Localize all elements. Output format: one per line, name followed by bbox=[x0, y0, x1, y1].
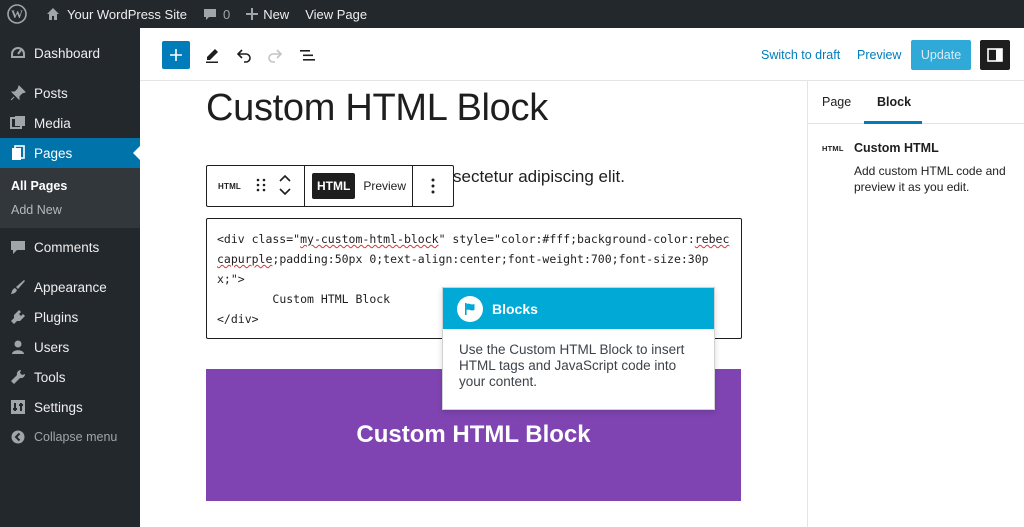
menu-item-posts[interactable]: Posts bbox=[0, 78, 140, 108]
html-block-icon: HTML bbox=[822, 144, 844, 153]
more-vertical-icon bbox=[431, 178, 435, 194]
media-icon bbox=[8, 113, 28, 133]
menu-item-users[interactable]: Users bbox=[0, 332, 140, 362]
menu-item-appearance[interactable]: Appearance bbox=[0, 272, 140, 302]
more-options-button[interactable] bbox=[413, 166, 453, 206]
tooltip-header: Blocks bbox=[443, 288, 714, 329]
pin-icon bbox=[8, 83, 28, 103]
html-block-icon[interactable]: HTML bbox=[218, 182, 241, 191]
menu-label: Settings bbox=[34, 399, 83, 415]
block-switcher-group: HTML bbox=[207, 166, 305, 206]
admin-side-menu: Dashboard Posts Media Pages All Pages Ad… bbox=[0, 28, 140, 527]
tab-page[interactable]: Page bbox=[822, 95, 851, 109]
undo-icon bbox=[236, 49, 251, 63]
menu-label: Plugins bbox=[34, 309, 79, 325]
wrench-icon bbox=[8, 367, 28, 387]
block-card-description: Add custom HTML code and preview it as y… bbox=[854, 164, 1006, 194]
settings-sidebar: Page Block HTML Custom HTML Add custom H… bbox=[807, 81, 1024, 527]
html-tab[interactable]: HTML bbox=[312, 173, 356, 199]
code-text: " style="color:#fff;background-color: bbox=[438, 232, 695, 246]
menu-item-comments[interactable]: Comments bbox=[0, 232, 140, 262]
collapse-label: Collapse menu bbox=[34, 430, 118, 444]
pages-icon bbox=[8, 143, 28, 163]
wordpress-logo-icon[interactable]: W bbox=[0, 0, 37, 28]
move-up-down-icon[interactable] bbox=[278, 173, 292, 200]
new-content-link[interactable]: New bbox=[238, 0, 297, 28]
editor-header-toolbar: Switch to draft Preview Update bbox=[140, 28, 1024, 81]
tab-block[interactable]: Block bbox=[877, 95, 911, 109]
dashboard-icon bbox=[8, 43, 28, 63]
block-card-title: Custom HTML bbox=[854, 141, 939, 155]
menu-label: Users bbox=[34, 339, 70, 355]
new-label: New bbox=[263, 6, 290, 22]
site-name-link[interactable]: Your WordPress Site bbox=[37, 0, 195, 28]
list-view-icon bbox=[300, 50, 315, 61]
svg-text:W: W bbox=[11, 7, 23, 21]
menu-item-pages[interactable]: Pages bbox=[0, 138, 140, 168]
menu-item-tools[interactable]: Tools bbox=[0, 362, 140, 392]
block-toolbar: HTML HTML Preview bbox=[206, 165, 454, 207]
undo-button[interactable] bbox=[233, 44, 255, 66]
brush-icon bbox=[8, 277, 28, 297]
preview-tab[interactable]: Preview bbox=[363, 179, 406, 193]
rendered-block-text: Custom HTML Block bbox=[356, 421, 591, 448]
code-text: Custom HTML Block bbox=[217, 292, 391, 306]
comments-count: 0 bbox=[222, 6, 231, 22]
tooltip-body: Use the Custom HTML Block to insert HTML… bbox=[459, 342, 685, 389]
update-button[interactable]: Update bbox=[911, 40, 971, 70]
flag-icon bbox=[457, 295, 483, 322]
pencil-icon bbox=[206, 49, 218, 63]
paragraph-block[interactable]: sectetur adipiscing elit. bbox=[453, 167, 625, 187]
comment-bubble-icon bbox=[203, 9, 216, 20]
menu-label: Tools bbox=[34, 369, 66, 385]
switch-to-draft-button[interactable]: Switch to draft bbox=[761, 48, 840, 62]
code-text: ;padding:50px 0;text-align:center;font-w… bbox=[217, 252, 709, 286]
plus-icon bbox=[246, 8, 259, 20]
tooltip-title: Blocks bbox=[492, 300, 538, 317]
drag-handle-icon[interactable] bbox=[256, 178, 266, 195]
blocks-tooltip: Blocks Use the Custom HTML Block to inse… bbox=[442, 287, 715, 410]
pages-submenu: All Pages Add New bbox=[0, 168, 140, 228]
menu-item-settings[interactable]: Settings bbox=[0, 392, 140, 422]
menu-label: Media bbox=[34, 115, 71, 131]
collapse-menu-button[interactable]: Collapse menu bbox=[0, 422, 140, 452]
code-text: </div> bbox=[217, 312, 259, 326]
sidebar-tabs: Page Block bbox=[808, 81, 1024, 124]
menu-item-media[interactable]: Media bbox=[0, 108, 140, 138]
home-icon bbox=[47, 8, 59, 20]
redo-button[interactable] bbox=[264, 44, 286, 66]
menu-label: Appearance bbox=[34, 279, 107, 295]
active-tab-indicator bbox=[864, 121, 922, 124]
collapse-arrow-icon bbox=[8, 427, 28, 447]
menu-label: Posts bbox=[34, 85, 68, 101]
menu-item-dashboard[interactable]: Dashboard bbox=[0, 38, 140, 68]
add-block-button[interactable] bbox=[162, 41, 190, 69]
submenu-add-new[interactable]: Add New bbox=[0, 198, 140, 222]
html-preview-toggle: HTML Preview bbox=[305, 166, 413, 206]
post-title[interactable]: Custom HTML Block bbox=[206, 87, 548, 130]
settings-icon bbox=[8, 397, 28, 417]
edit-tool-button[interactable] bbox=[201, 44, 223, 66]
submenu-all-pages[interactable]: All Pages bbox=[0, 174, 140, 198]
users-icon bbox=[8, 337, 28, 357]
plugin-icon bbox=[8, 307, 28, 327]
admin-bar: W Your WordPress Site 0 New View Page bbox=[0, 0, 1024, 28]
site-name: Your WordPress Site bbox=[67, 6, 187, 22]
view-page-link[interactable]: View Page bbox=[297, 0, 375, 28]
block-navigation-button[interactable] bbox=[296, 44, 318, 66]
preview-button[interactable]: Preview bbox=[857, 48, 901, 62]
menu-label: Pages bbox=[34, 145, 73, 161]
comments-link[interactable]: 0 bbox=[195, 0, 238, 28]
comment-icon bbox=[8, 237, 28, 257]
code-text: <div class=" bbox=[217, 232, 301, 246]
settings-sidebar-toggle[interactable] bbox=[980, 40, 1010, 70]
view-page-label: View Page bbox=[305, 6, 368, 22]
sidebar-toggle-icon bbox=[987, 48, 1003, 62]
menu-item-plugins[interactable]: Plugins bbox=[0, 302, 140, 332]
menu-label: Dashboard bbox=[34, 45, 101, 61]
plus-icon bbox=[170, 49, 182, 61]
code-text-misspelled: my-custom-html-block bbox=[300, 232, 439, 246]
redo-icon bbox=[268, 49, 283, 63]
menu-label: Comments bbox=[34, 239, 100, 255]
